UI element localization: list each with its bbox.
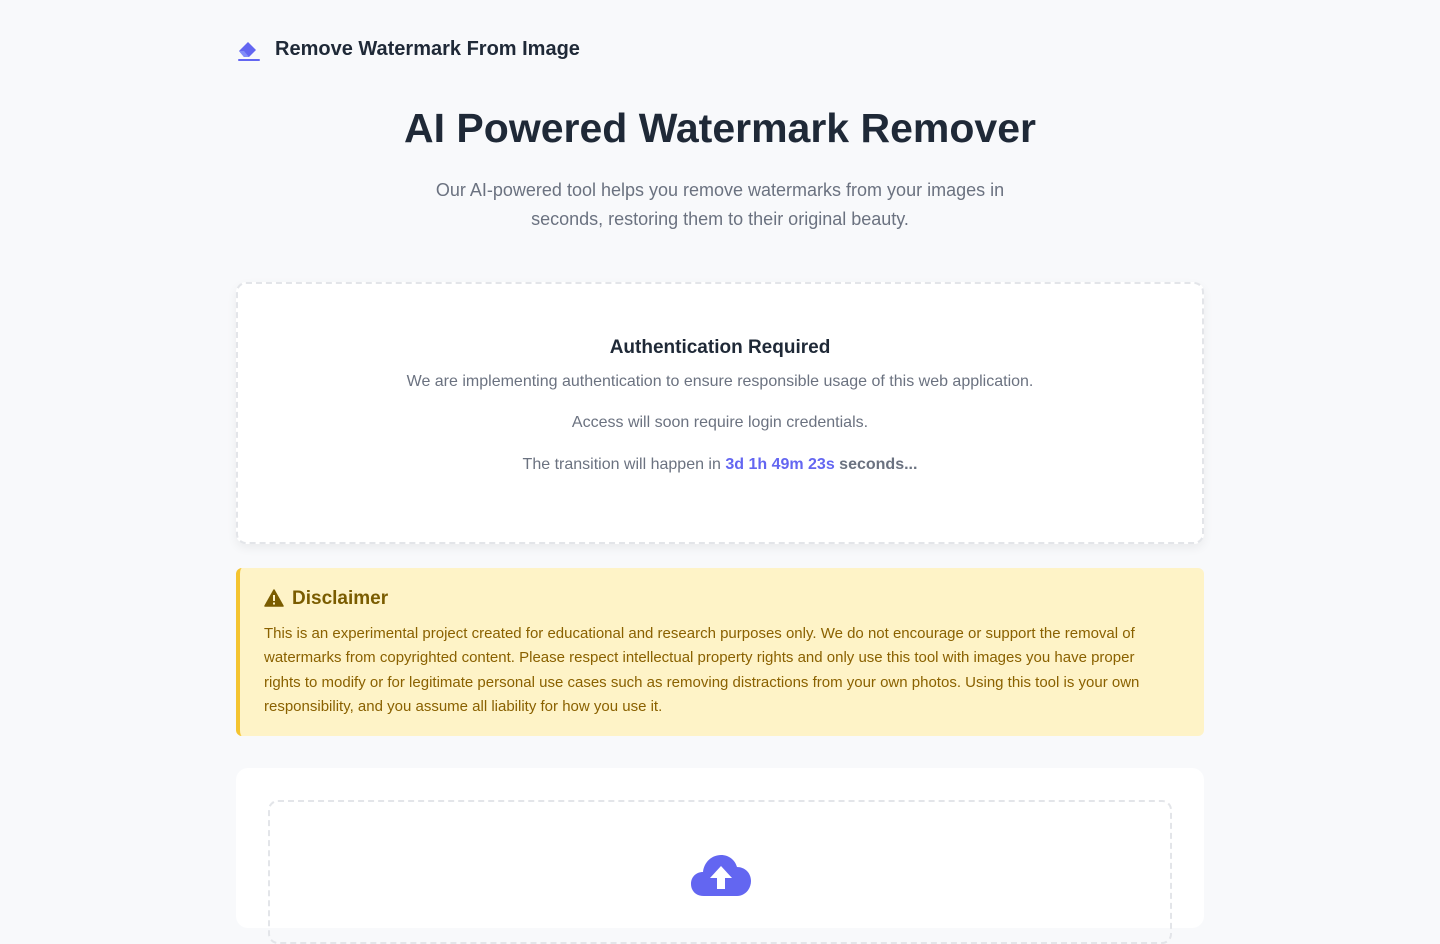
cloud-upload-icon [690, 852, 752, 898]
auth-transition-note: The transition will happen in 3d 1h 49m … [238, 456, 1202, 474]
upload-card [236, 768, 1204, 944]
warning-icon [264, 589, 286, 609]
brand-title: Remove Watermark From Image [275, 37, 580, 60]
disclaimer-header: Disclaimer [264, 588, 388, 610]
eraser-icon [236, 36, 262, 62]
brand[interactable]: Remove Watermark From Image [236, 36, 580, 62]
transition-suffix: seconds... [834, 456, 918, 473]
hero-subtitle: Our AI-powered tool helps you remove wat… [435, 180, 1005, 229]
hero-title: AI Powered Watermark Remover [404, 105, 1036, 151]
upload-dropzone[interactable] [268, 800, 1172, 944]
disclaimer-text: This is an experimental project created … [264, 625, 1140, 716]
auth-notice-card: Authentication Required We are implement… [236, 282, 1204, 544]
auth-access-note: Access will soon require login credentia… [571, 414, 869, 431]
transition-prefix: The transition will happen in [522, 456, 726, 473]
disclaimer-title: Disclaimer [292, 588, 389, 609]
disclaimer-box: Disclaimer This is an experimental proje… [236, 568, 1204, 736]
auth-description: We are implementing authentication to en… [406, 373, 1034, 390]
countdown-timer: 3d 1h 49m 23s [725, 456, 835, 473]
auth-title: Authentication Required [609, 337, 831, 358]
